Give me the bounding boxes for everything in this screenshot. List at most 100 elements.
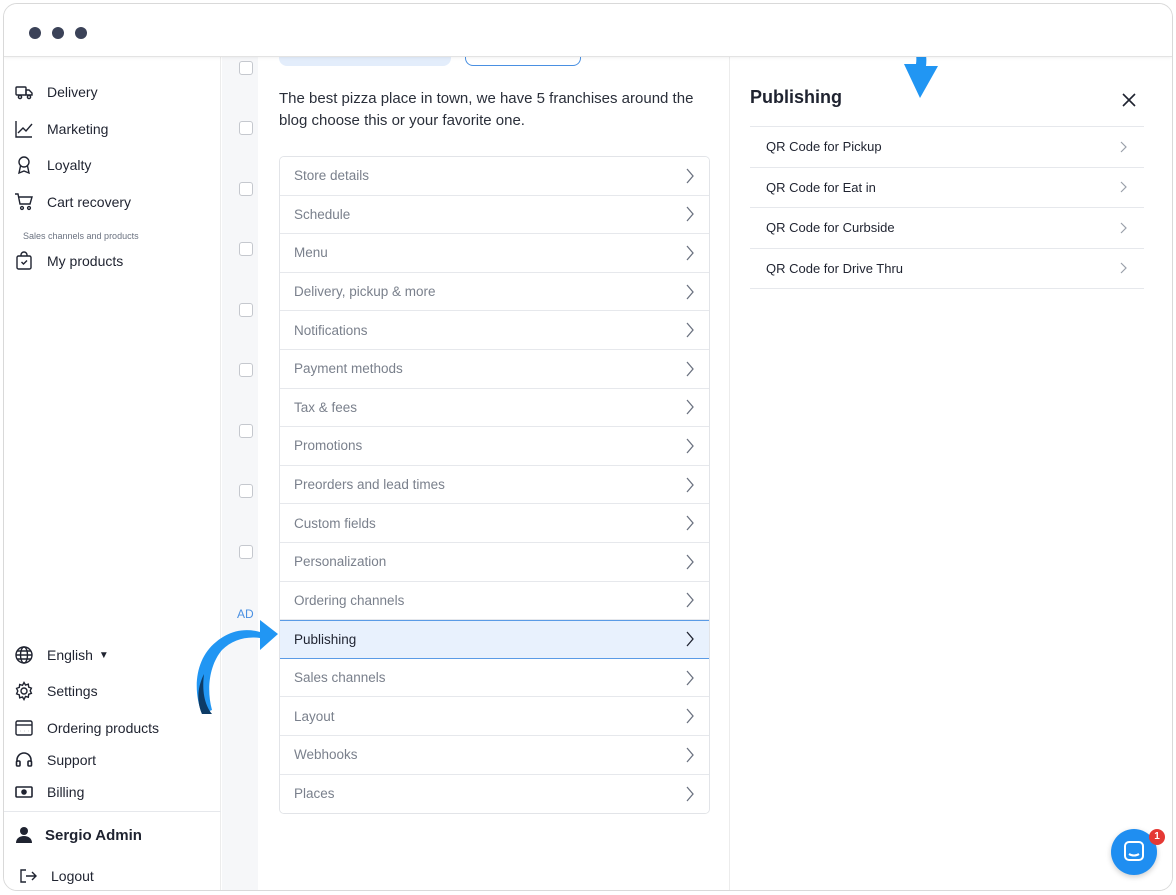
chevron-right-icon [686, 708, 694, 724]
drawer-title: Publishing [750, 87, 842, 107]
gear-icon [15, 681, 33, 701]
notification-badge: 1 [1149, 829, 1165, 845]
user-icon [16, 827, 32, 843]
chevron-right-icon [1120, 141, 1127, 153]
menu-item-payment-methods[interactable]: Payment methods [280, 349, 709, 389]
sidebar-item-support[interactable]: Support [14, 747, 96, 773]
sidebar-item-label: Cart recovery [47, 194, 132, 210]
truck-icon [15, 86, 33, 100]
row-checkbox[interactable] [239, 61, 253, 75]
chevron-right-icon [1120, 262, 1127, 274]
store-settings-panel: The best pizza place in town, we have 5 … [258, 57, 730, 890]
close-icon[interactable] [1121, 92, 1137, 108]
chevron-right-icon [686, 399, 694, 415]
sidebar-item-cart-recovery[interactable]: Cart recovery [14, 189, 131, 215]
publishing-item-qr-curbside[interactable]: QR Code for Curbside [750, 208, 1144, 249]
menu-item-publishing[interactable]: Publishing [280, 620, 709, 659]
menu-item-label: Layout [294, 708, 335, 724]
menu-item-label: Webhooks [294, 747, 358, 763]
chevron-right-icon [686, 554, 694, 570]
window-dot-icon[interactable] [52, 27, 64, 39]
menu-item-preorders[interactable]: Preorders and lead times [280, 465, 709, 505]
menu-item-places[interactable]: Places [280, 774, 709, 814]
row-checkbox[interactable] [239, 484, 253, 498]
menu-item-sales-channels[interactable]: Sales channels [280, 658, 709, 698]
sidebar-item-label: Delivery [47, 84, 98, 100]
tab-pill-secondary[interactable] [465, 57, 581, 66]
publishing-list: QR Code for Pickup QR Code for Eat in QR… [750, 126, 1144, 289]
row-checkbox[interactable] [239, 303, 253, 317]
sidebar-item-label: Ordering products [47, 720, 160, 736]
menu-item-label: Preorders and lead times [294, 477, 445, 493]
row-checkbox[interactable] [239, 182, 253, 196]
menu-item-label: Menu [294, 245, 328, 261]
menu-item-ordering-channels[interactable]: Ordering channels [280, 581, 709, 621]
chevron-right-icon [686, 477, 694, 492]
row-checkbox[interactable] [239, 545, 253, 559]
menu-item-label: Payment methods [294, 361, 403, 377]
menu-item-label: Ordering channels [294, 592, 405, 608]
menu-item-label: Publishing [294, 631, 357, 647]
publishing-item-label: QR Code for Pickup [766, 139, 882, 155]
row-checkbox[interactable] [239, 363, 253, 377]
menu-item-promotions[interactable]: Promotions [280, 427, 709, 466]
menu-item-layout[interactable]: Layout [280, 697, 709, 736]
menu-item-label: Tax & fees [294, 399, 358, 415]
sidebar-item-settings[interactable]: Settings [14, 678, 98, 704]
chevron-down-icon: ▼ [98, 649, 109, 661]
row-checkbox[interactable] [239, 424, 253, 438]
menu-item-menu[interactable]: Menu [280, 234, 709, 273]
tab-pill-primary[interactable] [279, 57, 451, 66]
row-checkbox[interactable] [239, 121, 253, 135]
menu-item-custom-fields[interactable]: Custom fields [280, 504, 709, 543]
menu-item-notifications[interactable]: Notifications [280, 311, 709, 350]
menu-item-personalization[interactable]: Personalization [280, 542, 709, 582]
menu-item-delivery-pickup[interactable]: Delivery, pickup & more [280, 272, 709, 312]
chart-line-icon [15, 121, 33, 138]
sidebar-item-label: Marketing [47, 121, 109, 137]
chevron-right-icon [1120, 222, 1127, 234]
chevron-right-icon [686, 786, 694, 802]
row-checkbox[interactable] [239, 242, 253, 256]
sidebar-item-delivery[interactable]: Delivery [14, 79, 98, 105]
chevron-right-icon [686, 670, 694, 685]
sidebar-item-marketing[interactable]: Marketing [14, 116, 108, 142]
logout-button[interactable]: Logout [18, 863, 94, 889]
logout-icon [20, 869, 37, 883]
menu-item-label: Notifications [294, 322, 368, 338]
chevron-right-icon [686, 592, 694, 608]
menu-item-store-details[interactable]: Store details [280, 157, 709, 196]
app-window: Delivery Marketing Loyalty Cart recovery… [3, 3, 1173, 891]
menu-item-webhooks[interactable]: Webhooks [280, 735, 709, 775]
language-selector[interactable]: English ▼ [14, 642, 109, 668]
menu-item-label: Delivery, pickup & more [294, 284, 436, 300]
chevron-right-icon [686, 631, 694, 647]
shopping-bag-icon [16, 251, 32, 270]
chevron-right-icon [686, 515, 694, 531]
menu-item-schedule[interactable]: Schedule [280, 195, 709, 235]
globe-icon [15, 646, 33, 664]
sidebar-item-label: My products [47, 253, 124, 269]
menu-item-label: Sales channels [294, 670, 386, 686]
publishing-item-qr-eat-in[interactable]: QR Code for Eat in [750, 168, 1144, 208]
sidebar-item-loyalty[interactable]: Loyalty [14, 152, 91, 178]
window-dot-icon[interactable] [29, 27, 41, 39]
sidebar-item-my-products[interactable]: My products [14, 248, 123, 274]
window-dot-icon[interactable] [75, 27, 87, 39]
publishing-item-qr-drive-thru[interactable]: QR Code for Drive Thru [750, 249, 1144, 289]
sidebar-section-label: Sales channels and products [23, 231, 139, 241]
sidebar-item-billing[interactable]: Billing [14, 779, 84, 805]
chevron-right-icon [686, 245, 694, 261]
menu-item-tax-fees[interactable]: Tax & fees [280, 388, 709, 428]
publishing-item-label: QR Code for Drive Thru [766, 260, 904, 276]
language-label: English [47, 647, 93, 663]
user-name: Sergio Admin [45, 826, 142, 844]
sidebar-item-label: Loyalty [47, 157, 92, 173]
publishing-item-qr-pickup[interactable]: QR Code for Pickup [750, 127, 1144, 168]
award-icon [18, 156, 30, 175]
money-icon [15, 786, 33, 798]
sidebar-item-ordering-products[interactable]: Ordering products [14, 715, 159, 741]
user-profile[interactable]: Sergio Admin [14, 822, 142, 848]
window-titlebar [4, 4, 1172, 57]
sidebar-item-label: Settings [47, 683, 98, 699]
